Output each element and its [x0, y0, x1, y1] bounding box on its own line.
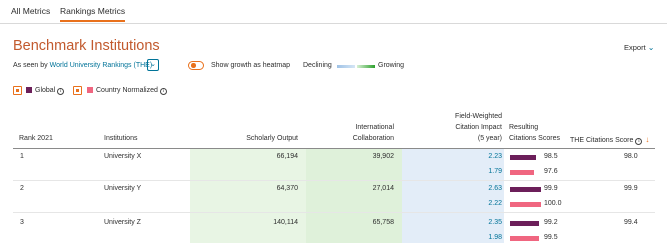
global-filter-label: Global i [35, 87, 65, 95]
the-score-cell: 98.0 [624, 153, 638, 160]
info-icon[interactable]: i [635, 138, 643, 145]
intl-collab-cell: 65,758 [372, 219, 394, 226]
country-normalized-checkbox[interactable] [73, 86, 82, 95]
rank-cell: 2 [20, 185, 24, 192]
intl-collab-cell: 27,014 [372, 185, 394, 192]
header-fwci-line3[interactable]: (5 year) [440, 135, 502, 142]
country-score-value: 100.0 [544, 200, 562, 207]
global-label-text: Global [35, 87, 56, 94]
seen-by-prefix: As seen by [13, 62, 48, 69]
the-score-header-text: THE Citations Score [570, 137, 634, 144]
header-resulting-line2[interactable]: Citations Scores [509, 135, 560, 142]
global-score-bar [510, 187, 541, 192]
fwci-country-cell[interactable]: 2.22 [460, 200, 502, 207]
tab-rankings-metrics[interactable]: Rankings Metrics [60, 6, 126, 22]
country-score-bar [510, 236, 540, 241]
global-score-bar [510, 221, 539, 226]
intl-collab-column-shading [306, 149, 402, 243]
chevron-down-icon: ⌄ [150, 61, 156, 68]
global-score-bar [510, 155, 537, 160]
fwci-global-cell[interactable]: 2.35 [460, 219, 502, 226]
chevron-down-icon: ⌄ [647, 43, 655, 52]
country-label-text: Country Normalized [96, 87, 158, 94]
tab-all-metrics[interactable]: All Metrics [11, 6, 50, 16]
header-intl-collab-line2[interactable]: Collaboration [330, 135, 394, 142]
header-fwci-line1[interactable]: Field-Weighted [440, 113, 502, 120]
country-score-value: 99.5 [544, 234, 558, 241]
info-icon[interactable]: i [57, 88, 65, 95]
legend-declining-label: Declining [303, 62, 332, 69]
page-title: Benchmark Institutions [13, 38, 160, 54]
fwci-country-cell[interactable]: 1.98 [460, 234, 502, 241]
header-scholarly-output[interactable]: Scholarly Output [230, 135, 298, 142]
institution-cell[interactable]: University Y [104, 185, 141, 192]
scholarly-output-cell: 64,370 [276, 185, 298, 192]
header-intl-collab-line1[interactable]: International [330, 124, 394, 131]
row-divider [13, 180, 655, 181]
seen-by-selector: As seen by World University Rankings (TH… [13, 62, 152, 69]
global-score-value: 98.5 [544, 153, 558, 160]
global-score-value: 99.2 [544, 219, 558, 226]
heatmap-toggle[interactable] [188, 61, 204, 70]
rank-cell: 3 [20, 219, 24, 226]
legend-growing-gradient [357, 65, 375, 68]
global-checkbox[interactable] [13, 86, 22, 95]
intl-collab-cell: 39,902 [372, 153, 394, 160]
country-filter-label: Country Normalized i [96, 87, 167, 95]
heatmap-toggle-label: Show growth as heatmap [211, 62, 290, 69]
ranking-dropdown-button[interactable]: ⌄ [147, 59, 159, 71]
institution-cell[interactable]: University X [104, 153, 141, 160]
country-score-value: 97.6 [544, 168, 558, 175]
the-score-cell: 99.9 [624, 185, 638, 192]
scholarly-output-cell: 140,114 [273, 219, 298, 226]
header-rank[interactable]: Rank 2021 [19, 135, 53, 142]
rank-cell: 1 [20, 153, 24, 160]
header-fwci-line2[interactable]: Citation Impact [440, 124, 502, 131]
scholarly-output-cell: 66,194 [276, 153, 298, 160]
ranking-source-link[interactable]: World University Rankings (THE) [50, 62, 153, 69]
global-color-swatch [26, 87, 32, 93]
the-score-cell: 99.4 [624, 219, 638, 226]
scholarly-output-column-shading [190, 149, 306, 243]
global-score-value: 99.9 [544, 185, 558, 192]
fwci-global-cell[interactable]: 2.23 [460, 153, 502, 160]
row-divider [13, 212, 655, 213]
fwci-column-shading [402, 149, 504, 243]
institution-cell[interactable]: University Z [104, 219, 141, 226]
fwci-country-cell[interactable]: 1.79 [460, 168, 502, 175]
country-color-swatch [87, 87, 93, 93]
export-label: Export [624, 43, 646, 52]
toggle-knob [191, 63, 196, 68]
legend-declining-gradient [337, 65, 355, 68]
country-score-bar [510, 202, 541, 207]
sort-descending-icon[interactable]: ↓ [645, 135, 649, 144]
country-score-bar [510, 170, 534, 175]
header-resulting-line1[interactable]: Resulting [509, 124, 538, 131]
header-institutions[interactable]: Institutions [104, 135, 137, 142]
metrics-tab-bar: All Metrics Rankings Metrics [0, 0, 667, 24]
fwci-global-cell[interactable]: 2.63 [460, 185, 502, 192]
info-icon[interactable]: i [159, 88, 167, 95]
legend-growing-label: Growing [378, 62, 405, 69]
export-button[interactable]: Export ⌄ [624, 43, 654, 52]
header-the-citations-score[interactable]: THE Citations Score i ↓ [570, 135, 649, 145]
